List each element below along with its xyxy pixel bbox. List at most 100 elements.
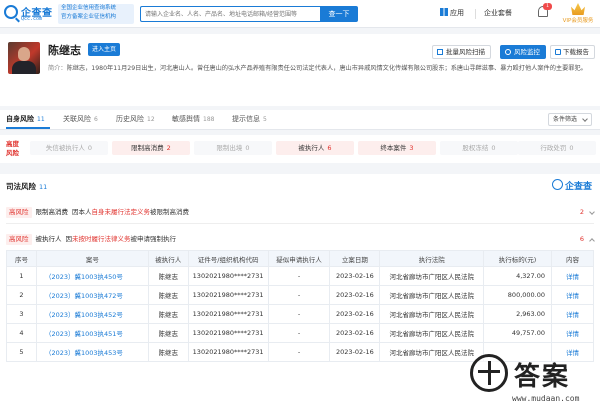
chip-label: 终本案件 <box>380 144 407 152</box>
cell-executed-person: 陈继志 <box>147 342 189 362</box>
table-header-row: 序号 案号 被执行人 证件号/组织机构代码 疑似申请执行人 立案日期 执行法院 … <box>6 250 594 267</box>
cell-id-number: 1302021980****2731 <box>187 323 269 343</box>
chip-executed-person[interactable]: 被执行人 6 <box>276 141 354 155</box>
tab-label: 自身风险 <box>6 115 34 123</box>
vip-service[interactable]: VIP会员服务 <box>560 3 596 24</box>
details-link[interactable]: 详情 <box>551 285 594 305</box>
chip-count: 6 <box>327 144 332 152</box>
tab-count: 6 <box>94 116 98 123</box>
cell-case-number[interactable]: （2023）冀1003执451号 <box>35 323 149 343</box>
cell-id-number: 1302021980****2731 <box>187 342 269 362</box>
cell-id-number: 1302021980****2731 <box>187 304 269 324</box>
intro-label: 简介： <box>48 65 67 72</box>
risk-line-consumption-limit[interactable]: 高风险 限制高消费 因本人自身未履行法定义务被限制高消费 2 <box>6 204 595 220</box>
chevron-down-icon[interactable] <box>589 209 595 215</box>
cell-amount: 49,757.00 <box>483 323 553 343</box>
risk-type: 被执行人 <box>35 235 62 243</box>
chip-label: 行政处罚 <box>540 144 567 152</box>
risk-count: 6 <box>579 235 584 243</box>
cell-index: 1 <box>6 266 37 286</box>
details-link[interactable]: 详情 <box>551 323 594 343</box>
download-report-label: 下载报告 <box>563 48 589 56</box>
col-header: 案号 <box>35 250 149 267</box>
chevron-up-icon[interactable] <box>589 238 595 244</box>
chip-count: 2 <box>166 144 171 152</box>
magnifier-logo-icon <box>4 5 18 19</box>
cell-court: 河北省廊坊市广阳区人民法院 <box>379 304 485 324</box>
slogan-line: 官方备案企业征信机构 <box>61 14 117 20</box>
cell-court: 河北省廊坊市广阳区人民法院 <box>379 266 485 286</box>
cell-case-number[interactable]: （2023）冀1003执472号 <box>35 285 149 305</box>
col-header: 立案日期 <box>329 250 381 267</box>
cell-case-number[interactable]: （2023）冀1003执450号 <box>35 266 149 286</box>
tab-sensitive-news[interactable]: 敏感舆情 188 <box>172 114 214 124</box>
chip-count: 3 <box>409 144 414 152</box>
cell-filing-date: 2023-02-16 <box>329 342 381 362</box>
person-intro: 简介：陈继志，1980年11月29日出生，河北唐山人。曾任唐山的弘水产品养殖有限… <box>48 63 596 75</box>
download-report-button[interactable]: 下载报告 <box>550 45 595 59</box>
cell-filing-date: 2023-02-16 <box>329 323 381 343</box>
risk-line-executed-person[interactable]: 高风险 被执行人 因未按时履行法律义务被申请强制执行 6 <box>6 231 595 247</box>
col-header: 执行法院 <box>379 250 485 267</box>
cell-case-number[interactable]: （2023）冀1003执452号 <box>35 304 149 324</box>
cell-executed-person: 陈继志 <box>147 266 189 286</box>
details-link[interactable]: 详情 <box>551 266 594 286</box>
risk-tabs: 自身风险 11 关联风险 6 历史风险 12 敏感舆情 188 提示信息 5 条件筛选 <box>0 110 600 130</box>
chip-label: 被执行人 <box>298 144 325 152</box>
logo-subtext: Qcc.com <box>21 16 43 22</box>
chip-count: 0 <box>87 144 93 152</box>
cell-case-number[interactable]: （2023）冀1003执453号 <box>35 342 149 362</box>
nav-apps[interactable]: 应用 <box>440 8 464 18</box>
cell-amount: 800,000.00 <box>483 285 553 305</box>
tab-label: 敏感舆情 <box>172 115 200 123</box>
tab-hint-info[interactable]: 提示信息 5 <box>232 114 267 124</box>
enter-home-button[interactable]: 进入主页 <box>88 43 121 56</box>
tab-label: 历史风险 <box>116 115 144 123</box>
chip-dishonest-executed[interactable]: 失信被执行人 0 <box>30 141 108 155</box>
search-button[interactable]: 查一下 <box>320 6 358 22</box>
tab-count: 12 <box>147 116 155 123</box>
avatar <box>8 42 40 74</box>
apps-grid-icon <box>440 8 448 16</box>
nav-enterprise-suite[interactable]: 企业套餐 <box>484 8 512 18</box>
slogan-line: 全国企业信用查询系统 <box>61 5 117 11</box>
chip-admin-penalty[interactable]: 行政处罚 0 <box>518 141 596 155</box>
site-watermark: 答案 www.mudaan.com <box>470 352 598 410</box>
section-title-label: 司法风险 <box>6 182 36 191</box>
details-link[interactable]: 详情 <box>551 304 594 324</box>
cell-id-number: 1302021980****2731 <box>187 285 269 305</box>
cell-index: 2 <box>6 285 37 305</box>
chip-equity-freeze[interactable]: 股权冻结 0 <box>440 141 518 155</box>
table-row: 1 （2023）冀1003执450号 陈继志 1302021980****273… <box>6 266 594 286</box>
top-header: 企查查 Qcc.com 全国企业信用查询系统 官方备案企业征信机构 查一下 应用… <box>0 0 600 28</box>
tab-related-risk[interactable]: 关联风险 6 <box>63 114 98 124</box>
cell-amount: 4,327.00 <box>483 266 553 286</box>
risk-type: 限制高消费 <box>35 208 69 216</box>
chip-count: 0 <box>491 144 496 152</box>
risk-monitor-label: 风险监控 <box>514 48 540 56</box>
intro-text: 陈继志，1980年11月29日出生，河北唐山人。曾任唐山的弘水产品养殖有限责任公… <box>66 65 587 72</box>
cell-executed-person: 陈继志 <box>147 304 189 324</box>
col-header: 疑似申请执行人 <box>267 250 331 267</box>
search-input[interactable] <box>141 7 320 21</box>
batch-risk-scan-button[interactable]: 批量风险扫描 <box>432 45 491 59</box>
chip-exit-ban[interactable]: 限制出境 0 <box>194 141 272 155</box>
cell-applicant: - <box>267 323 331 343</box>
tab-history-risk[interactable]: 历史风险 12 <box>116 114 155 124</box>
site-logo[interactable]: 企查查 Qcc.com <box>4 3 56 25</box>
watermark-mark-icon <box>470 354 508 392</box>
high-risk-title: 高度 风险 <box>6 140 19 157</box>
risk-tag: 高风险 <box>6 207 32 218</box>
watermark-text: 答案 <box>514 362 571 392</box>
cell-filing-date: 2023-02-16 <box>329 266 381 286</box>
chip-label: 限制高消费 <box>131 144 164 152</box>
filter-dropdown[interactable]: 条件筛选 <box>548 113 592 126</box>
watermark-logo-text: 企查查 <box>565 182 593 192</box>
person-profile-card: 陈继志 进入主页 批量风险扫描 风险监控 下载报告 简介：陈继志，1980年11… <box>0 34 600 106</box>
scan-icon <box>437 49 443 55</box>
risk-monitor-button[interactable]: 风险监控 <box>500 45 546 59</box>
chip-consumption-limit[interactable]: 限制高消费 2 <box>112 141 190 155</box>
tab-self-risk[interactable]: 自身风险 11 <box>6 114 45 124</box>
chip-terminated-cases[interactable]: 终本案件 3 <box>358 141 436 155</box>
cell-filing-date: 2023-02-16 <box>329 304 381 324</box>
